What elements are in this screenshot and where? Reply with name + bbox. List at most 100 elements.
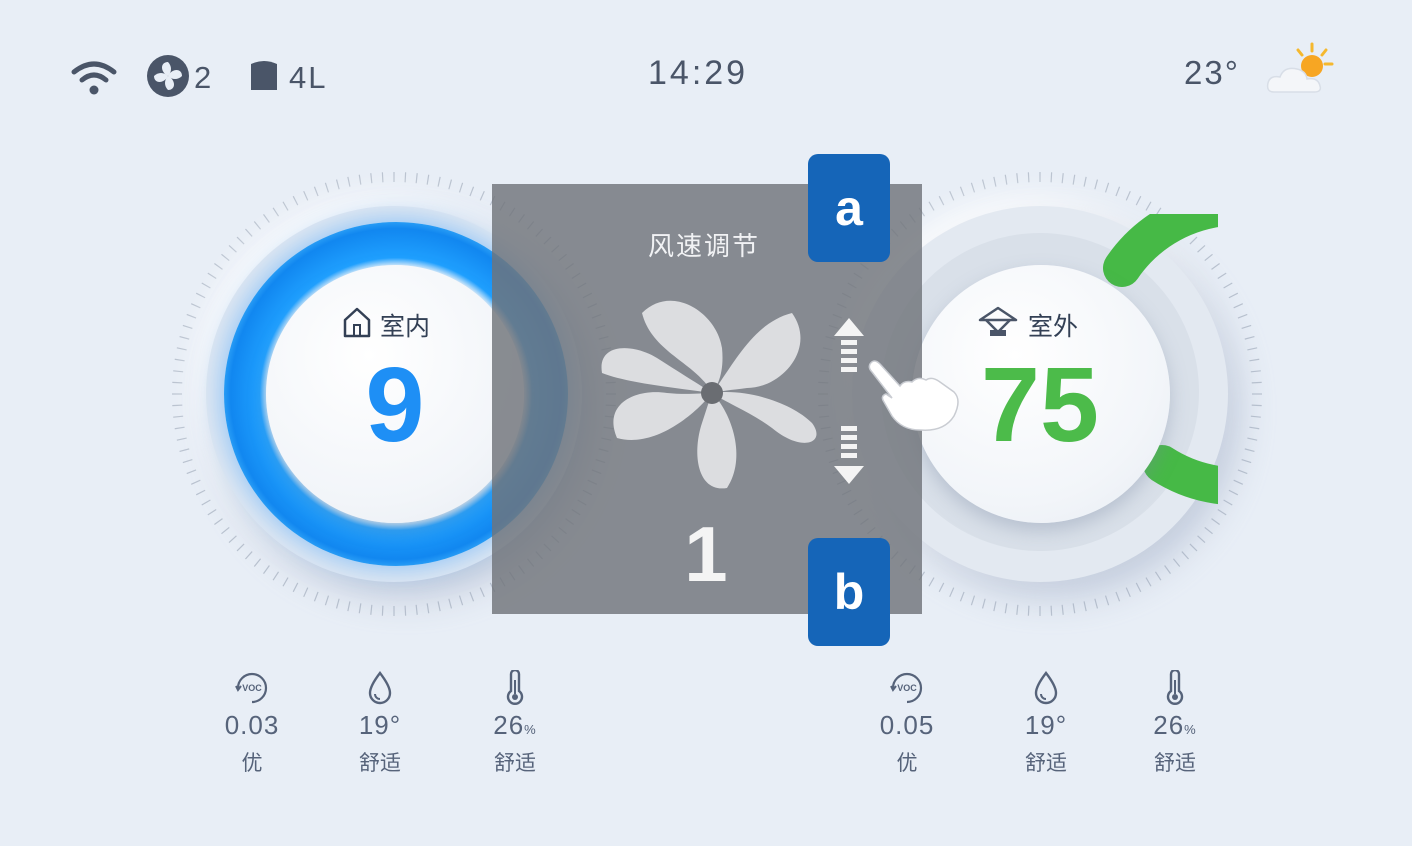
dial-tick [938, 582, 945, 593]
callout-a: a [808, 154, 890, 262]
outdoor-temperature-value: 26 [1153, 710, 1185, 740]
outdoor-building-icon [976, 306, 1020, 344]
dial-tick [1016, 604, 1019, 615]
dial-tick [1004, 603, 1008, 614]
dial-tick [1241, 324, 1252, 330]
voc-icon: VOC [197, 670, 307, 706]
indoor-temperature-stat: 26% 舒适 [460, 670, 570, 777]
dial-tick [448, 598, 453, 609]
dial-tick [469, 591, 475, 602]
indoor-label: 室内 [380, 312, 431, 341]
dial-tick [172, 404, 183, 407]
outdoor-voc-label: 优 [896, 751, 918, 775]
dial-tick [174, 358, 185, 362]
outdoor-humidity-label: 舒适 [1025, 751, 1067, 775]
dial-tick [174, 426, 185, 430]
dial-tick [970, 595, 976, 606]
dial-tick [448, 179, 453, 190]
outdoor-humidity-stat: 19° 舒适 [991, 670, 1101, 777]
indoor-humidity-stat: 19° 舒适 [325, 670, 435, 777]
outdoor-humidity-value: 19° [1024, 710, 1068, 740]
dial-tick [1233, 479, 1244, 485]
dial-tick [179, 335, 190, 340]
partly-cloudy-icon [1264, 42, 1338, 102]
dial-tick [1217, 508, 1227, 516]
indoor-voc-label: 优 [241, 751, 263, 775]
swipe-up-arrow-icon[interactable] [832, 316, 866, 382]
dial-tick [324, 182, 330, 193]
outdoor-temperature-unit: % [1184, 722, 1197, 737]
dial-tick [282, 201, 289, 211]
dial-tick [1004, 174, 1008, 185]
dial-tick [272, 571, 280, 581]
dial-tick [970, 182, 976, 193]
dial-tick [172, 381, 183, 384]
outdoor-voc-stat: VOC 0.05 优 [852, 670, 962, 777]
dial-tick [1050, 172, 1053, 183]
thermometer-icon [1120, 670, 1230, 706]
dial-tick [303, 587, 309, 598]
dial-tick [404, 605, 407, 616]
dial-tick [347, 176, 351, 187]
dial-tick [928, 201, 935, 211]
indoor-temperature-unit: % [524, 722, 537, 737]
indoor-temperature-label: 舒适 [494, 751, 536, 775]
dial-tick [236, 543, 245, 552]
outdoor-voc-value: 0.05 [879, 710, 935, 740]
dial-tick [1094, 179, 1099, 190]
dial-tick [959, 186, 965, 197]
fan-speed-value: 1 [684, 510, 728, 598]
indoor-value: 9 [365, 346, 425, 464]
dial-tick [186, 313, 197, 319]
dial-tick [949, 190, 955, 201]
dial-tick [358, 603, 362, 614]
dial-tick [253, 221, 262, 230]
dial-tick [1250, 415, 1261, 418]
outdoor-label: 室外 [1028, 312, 1079, 341]
dial-tick [214, 518, 223, 525]
dial-tick [1145, 201, 1152, 211]
dial-tick [207, 272, 217, 280]
dial-tick [195, 489, 206, 496]
outdoor-temperature-label: 舒适 [1154, 751, 1196, 775]
swipe-down-arrow-icon[interactable] [832, 424, 866, 490]
dial-tick [1072, 174, 1076, 185]
voc-icon: VOC [852, 670, 962, 706]
dial-tick [1135, 195, 1142, 206]
dial-tick [186, 469, 197, 475]
dial-tick [1016, 173, 1019, 184]
dial-tick [214, 263, 223, 270]
hand-pointer-icon [866, 358, 962, 438]
dial-tick [458, 182, 464, 193]
dial-tick [190, 303, 201, 309]
dial-tick [1217, 272, 1227, 280]
dial-tick [176, 437, 187, 441]
dial-tick [1154, 571, 1162, 581]
dial-tick [415, 604, 418, 615]
dial-tick [358, 174, 362, 185]
fan-status-icon[interactable] [146, 54, 190, 102]
dial-tick [1251, 381, 1262, 384]
indoor-temperature-value: 26 [493, 710, 525, 740]
dial-tick [949, 587, 955, 598]
dial-tick [207, 508, 217, 516]
fan-count: 2 [194, 60, 214, 95]
dial-tick [335, 179, 340, 190]
humidity-drop-icon [325, 670, 435, 706]
dial-tick [1115, 591, 1121, 602]
indoor-voc-value: 0.03 [224, 710, 280, 740]
dial-tick [1237, 313, 1248, 319]
svg-text:VOC: VOC [242, 683, 262, 693]
dial-tick [1241, 458, 1252, 464]
dial-tick [938, 195, 945, 206]
dial-tick [303, 190, 309, 201]
dial-tick [190, 479, 201, 485]
wifi-icon[interactable] [70, 58, 118, 102]
home-icon [342, 306, 372, 344]
dial-tick [292, 195, 299, 206]
humidity-drop-icon [991, 670, 1101, 706]
dial-tick [1247, 347, 1258, 351]
dial-tick [1233, 303, 1244, 309]
outdoor-value: 75 [981, 346, 1099, 464]
dial-tick [928, 577, 935, 587]
